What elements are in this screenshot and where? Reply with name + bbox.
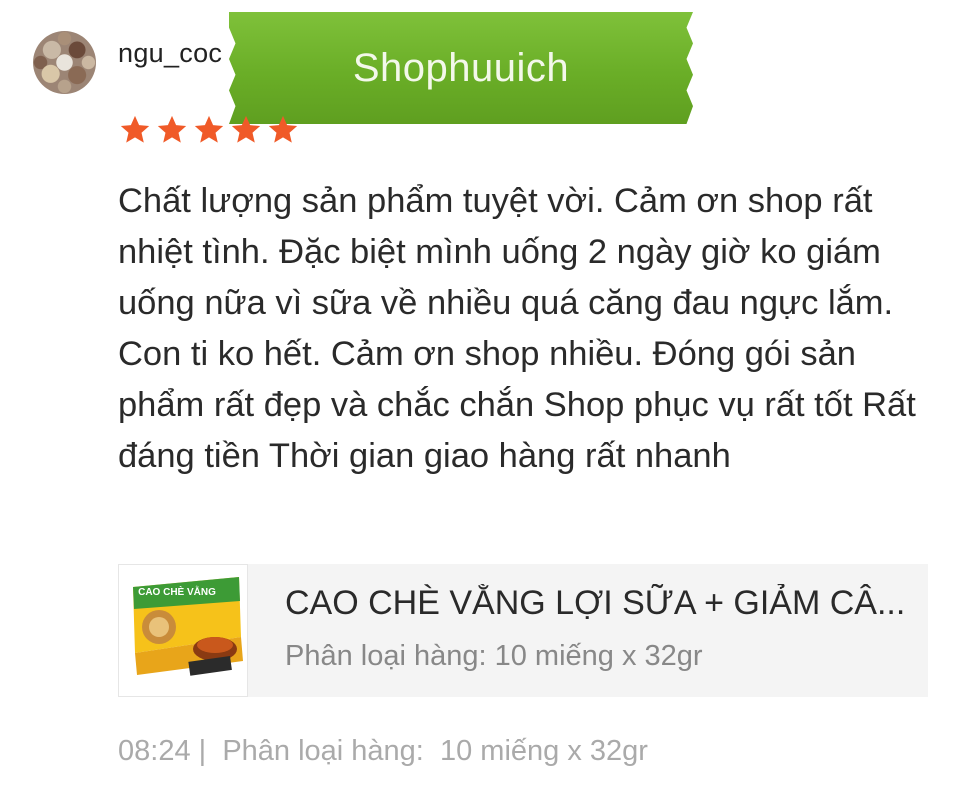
footer-variant: Phân loại hàng: 10 miếng x 32gr [222, 735, 648, 767]
star-icon [268, 115, 298, 143]
product-title[interactable]: CAO CHÈ VẰNG LỢI SỮA + GIẢM CÂ... [285, 584, 915, 623]
star-icon [157, 115, 187, 143]
meta-separator: | [198, 735, 207, 767]
shop-name-banner: Shophuuich [229, 12, 693, 124]
star-icon [120, 115, 150, 143]
shop-name-text: Shophuuich [352, 45, 570, 90]
review-time: 08:24 [118, 735, 191, 767]
product-box-image: CAO CHÈ VẰNG [119, 565, 247, 696]
star-icon [194, 115, 224, 143]
username[interactable]: ngu_coc [118, 38, 222, 69]
review-text: Chất lượng sản phẩm tuyệt vời. Cảm ơn sh… [118, 182, 916, 475]
review-meta: 08:24 | Phân loại hàng: 10 miếng x 32gr [118, 735, 648, 768]
rating-stars [118, 113, 300, 147]
product-box-label: CAO CHÈ VẰNG [138, 585, 216, 598]
product-thumbnail[interactable]: CAO CHÈ VẰNG [118, 564, 248, 697]
star-icon [231, 115, 261, 143]
product-card[interactable]: CAO CHÈ VẰNG CAO CHÈ VẰNG LỢI SỮA + GIẢM… [118, 564, 928, 697]
product-variant: Phân loại hàng: 10 miếng x 32gr [285, 640, 703, 672]
avatar[interactable] [33, 31, 96, 94]
